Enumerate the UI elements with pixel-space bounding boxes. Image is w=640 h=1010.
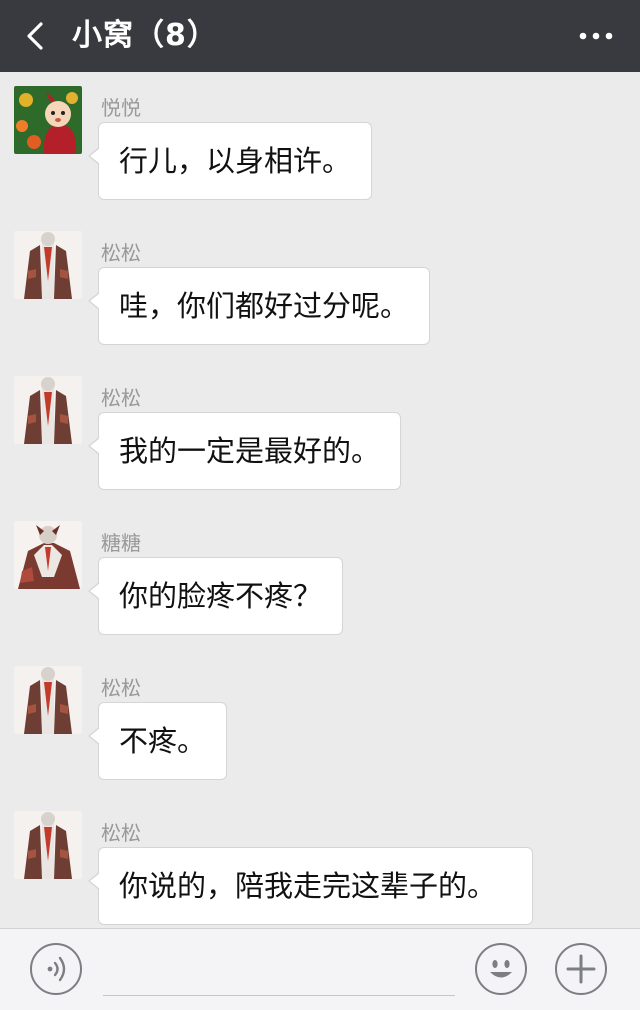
message-input[interactable] [103, 995, 455, 996]
message-list[interactable]: 悦悦 行儿，以身相许。 松松 哇，你们都好过分呢。 松松 我的一定是最好的。 糖… [0, 72, 640, 928]
avatar[interactable] [14, 86, 82, 154]
message-text: 你说的，陪我走完这辈子的。 [119, 869, 497, 903]
avatar[interactable] [14, 376, 82, 444]
more-button[interactable] [576, 22, 616, 50]
message-text: 哇，你们都好过分呢。 [119, 289, 410, 323]
plus-button[interactable] [555, 943, 607, 995]
voice-button[interactable] [30, 943, 82, 995]
sender-name: 松松 [101, 676, 141, 700]
avatar[interactable] [14, 811, 82, 879]
chevron-left-icon [27, 22, 43, 50]
sender-name: 糖糖 [101, 531, 141, 555]
chat-header: 小窝（8） [0, 0, 640, 72]
message-text: 不疼。 [119, 724, 207, 758]
message-bubble[interactable]: 你说的，陪我走完这辈子的。 [88, 847, 533, 925]
emoji-button[interactable] [475, 943, 527, 995]
plus-icon [566, 954, 596, 984]
avatar[interactable] [14, 521, 82, 589]
sender-name: 松松 [101, 241, 141, 265]
more-horizontal-icon [579, 32, 613, 40]
avatar[interactable] [14, 666, 82, 734]
message-text: 我的一定是最好的。 [119, 434, 381, 468]
sender-name: 松松 [101, 386, 141, 410]
message-text: 你的脸疼不疼？ [119, 579, 323, 613]
message-bubble[interactable]: 不疼。 [87, 702, 228, 780]
message-bubble[interactable]: 你的脸疼不疼？ [87, 557, 344, 635]
message-bubble[interactable]: 行儿，以身相许。 [87, 122, 373, 200]
chat-title: 小窝（8） [72, 18, 218, 53]
sender-name: 松松 [101, 821, 141, 845]
message-text: 行儿，以身相许。 [119, 144, 352, 178]
sender-name: 悦悦 [101, 96, 141, 120]
message-bubble[interactable]: 我的一定是最好的。 [87, 412, 402, 490]
avatar[interactable] [14, 231, 82, 299]
message-bubble[interactable]: 哇，你们都好过分呢。 [87, 267, 431, 345]
voice-icon [47, 956, 66, 982]
back-button[interactable] [18, 18, 54, 54]
emoji-icon [490, 960, 512, 978]
input-bar [0, 928, 640, 1010]
